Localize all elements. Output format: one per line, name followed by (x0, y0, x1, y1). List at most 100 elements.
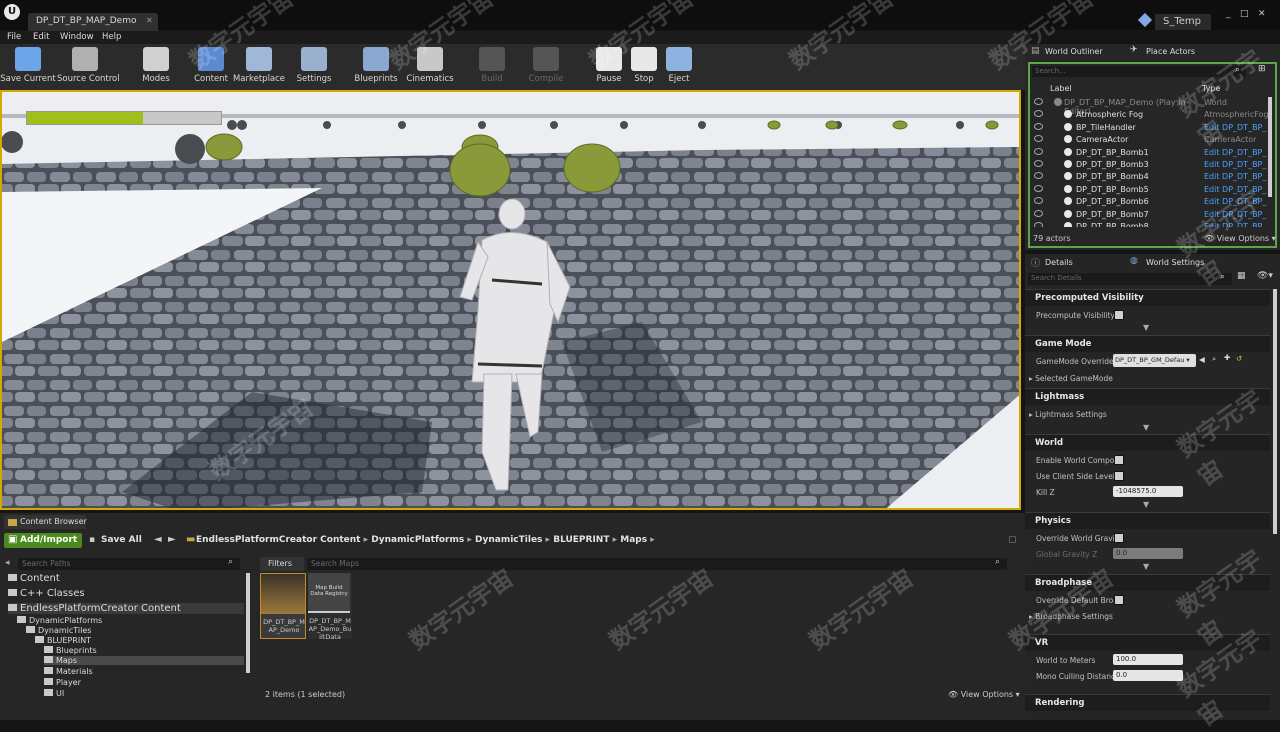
prop-lightmass-settings[interactable]: ▸ Lightmass Settings (1025, 406, 1270, 422)
menu-edit[interactable]: Edit (33, 32, 49, 42)
outliner-row-type[interactable]: Edit DP_DT_BP_ (1204, 210, 1266, 219)
outliner-row[interactable]: DP_DT_BP_Bomb3 Edit DP_DT_BP_ (1034, 159, 1270, 172)
breadcrumb-separator-icon[interactable]: ▸ (464, 535, 475, 545)
breadcrumb-item[interactable]: DynamicTiles (475, 535, 542, 545)
outliner-row-type[interactable]: Edit DP_DT_BP_ (1204, 185, 1266, 194)
maximize-button[interactable]: □ (1240, 9, 1249, 19)
back-arrow-icon[interactable]: ◄ (154, 534, 162, 545)
expand-arrow-icon[interactable]: ▼ (1143, 323, 1149, 332)
minimize-button[interactable]: _ (1226, 9, 1231, 19)
visibility-eye-icon[interactable] (1034, 147, 1043, 155)
search-maps-input[interactable]: Search Maps ⌕ (307, 557, 1007, 570)
reset-icon[interactable]: ↺ (1236, 354, 1242, 363)
asset-map-demo[interactable]: DP_DT_BP_MAP_Demo (260, 573, 306, 639)
mono-culling-input[interactable]: 0.0 (1113, 670, 1183, 681)
tree-folder[interactable]: EndlessPlatformCreator Content (8, 603, 244, 614)
kill-z-input[interactable]: -1048575.0 (1113, 486, 1183, 497)
gravity-input[interactable]: 0.0 (1113, 548, 1183, 559)
visibility-eye-icon[interactable] (1034, 110, 1043, 118)
section-lightmass[interactable]: Lightmass (1025, 388, 1270, 405)
navigate-arrow-icon[interactable]: ◀ (1199, 355, 1205, 364)
visibility-eye-icon[interactable] (1034, 197, 1043, 205)
menu-window[interactable]: Window (60, 32, 94, 42)
eject-button[interactable]: Eject (651, 46, 707, 88)
menu-help[interactable]: Help (102, 32, 121, 42)
visibility-eye-icon[interactable] (1034, 160, 1043, 167)
visibility-eye-icon[interactable] (1034, 122, 1043, 130)
tree-folder[interactable]: Content (8, 573, 60, 584)
visibility-eye-icon[interactable] (1034, 98, 1043, 105)
details-search-input[interactable]: Search Details ⌕ (1028, 272, 1232, 285)
tree-folder[interactable]: Maps (44, 656, 244, 665)
outliner-row[interactable]: DP_DT_BP_Bomb1 Edit DP_DT_BP_ (1034, 147, 1270, 160)
close-button[interactable]: ✕ (1258, 9, 1266, 19)
compile-button[interactable]: Compile (518, 46, 574, 88)
outliner-row[interactable]: DP_DT_BP_Bomb6 Edit DP_DT_BP_ (1034, 196, 1270, 209)
tree-folder[interactable]: Blueprints (44, 646, 97, 655)
browse-icon[interactable]: ⌕ (1212, 354, 1216, 364)
section-world[interactable]: World (1025, 434, 1270, 451)
section-rendering[interactable]: Rendering (1025, 694, 1270, 711)
save-all-button[interactable]: ▪ Save All (87, 533, 147, 548)
world-outliner-tab[interactable]: ▤ World Outliner (1031, 45, 1127, 59)
outliner-row[interactable]: DP_DT_BP_MAP_Demo (Play In Editor) World (1034, 97, 1270, 116)
breadcrumb-separator-icon[interactable]: ▸ (609, 535, 620, 545)
outliner-row[interactable]: Atmospheric Fog AtmosphericFog (1034, 109, 1270, 122)
broadphase-checkbox[interactable] (1114, 595, 1124, 605)
expand-arrow-icon[interactable]: ▼ (1143, 500, 1149, 509)
breadcrumb-separator-icon[interactable]: ▸ (647, 535, 655, 545)
asset-built-data[interactable]: Map Build Data Registry DP_DT_BP_MAP_Dem… (308, 573, 352, 641)
details-scrollbar[interactable] (1273, 289, 1277, 534)
expand-arrow-icon[interactable]: ▼ (1143, 423, 1149, 432)
precompute-checkbox[interactable] (1114, 310, 1124, 320)
tree-folder[interactable]: Player (44, 678, 81, 687)
breadcrumb-item[interactable]: EndlessPlatformCreator Content (196, 535, 360, 545)
modes-button[interactable]: Modes (128, 46, 184, 88)
cinematics-button[interactable]: Cinematics (402, 46, 458, 88)
settings-button[interactable]: Settings (286, 46, 342, 88)
breadcrumb-item[interactable]: Maps (620, 535, 647, 545)
section-physics[interactable]: Physics (1025, 512, 1270, 529)
tree-folder[interactable]: BLUEPRINT (35, 636, 91, 645)
tree-folder[interactable]: UI (44, 689, 64, 698)
build-button[interactable]: Build (464, 46, 520, 88)
tab-close-icon[interactable]: ✕ (146, 16, 153, 25)
outliner-row-type[interactable]: Edit DP_DT_BP_ (1204, 148, 1266, 157)
breadcrumb-separator-icon[interactable]: ▸ (542, 535, 553, 545)
outliner-row-type[interactable]: Edit DP_DT_BP_ (1204, 160, 1266, 169)
add-import-button[interactable]: Add/Import ▣ (4, 533, 82, 548)
col-type-header[interactable]: Type (1202, 84, 1220, 93)
lock-icon[interactable]: ▢ (1008, 535, 1017, 545)
breadcrumb-separator-icon[interactable]: ▸ (360, 535, 371, 545)
world-to-meters-input[interactable]: 100.0 (1113, 654, 1183, 665)
breadcrumb-item[interactable]: DynamicPlatforms (371, 535, 464, 545)
source-control-button[interactable]: Source Control (57, 46, 120, 88)
gamemode-dropdown[interactable]: DP_DT_BP_GM_Defau ▾ (1113, 354, 1196, 367)
outliner-search-input[interactable]: Search... ⌕ (1032, 65, 1246, 77)
visibility-eye-icon[interactable] (1034, 222, 1043, 227)
tree-collapse-icon[interactable]: ◂ (5, 558, 10, 568)
blueprints-button[interactable]: Blueprints (348, 46, 404, 88)
prop-selected-gamemode[interactable]: ▸ Selected GameMode (1025, 370, 1270, 386)
tree-folder[interactable]: DynamicPlatforms (17, 616, 102, 625)
world-composition-checkbox[interactable] (1114, 455, 1124, 465)
section-game-mode[interactable]: Game Mode (1025, 335, 1270, 352)
place-actors-tab[interactable]: ✈ Place Actors (1130, 45, 1230, 59)
menu-file[interactable]: File (7, 32, 21, 42)
details-tab[interactable]: ⓘ Details (1031, 256, 1121, 270)
prop-broadphase-settings[interactable]: ▸ Broadphase Settings (1025, 608, 1270, 624)
save-current-button[interactable]: Save Current (0, 46, 56, 88)
client-side-checkbox[interactable] (1114, 471, 1124, 481)
content-browser-tab[interactable]: Content Browser (4, 515, 87, 529)
add-icon[interactable]: ✚ (1224, 353, 1230, 362)
override-gravity-checkbox[interactable] (1114, 533, 1124, 543)
outliner-row[interactable]: DP_DT_BP_Bomb4 Edit DP_DT_BP_ (1034, 171, 1270, 184)
visibility-eye-icon[interactable] (1034, 209, 1043, 217)
outliner-scrollbar[interactable] (1268, 97, 1272, 197)
expand-arrow-icon[interactable]: ▼ (1143, 562, 1149, 571)
outliner-row-type[interactable]: Edit DP_DT_BP_ (1204, 123, 1266, 132)
level-viewport[interactable] (0, 90, 1021, 510)
property-matrix-icon[interactable]: ▦ (1237, 271, 1246, 281)
outliner-row-type[interactable]: Edit DP_DT_BP_ (1204, 172, 1266, 181)
add-actor-icon[interactable]: ⊞ (1258, 64, 1266, 74)
